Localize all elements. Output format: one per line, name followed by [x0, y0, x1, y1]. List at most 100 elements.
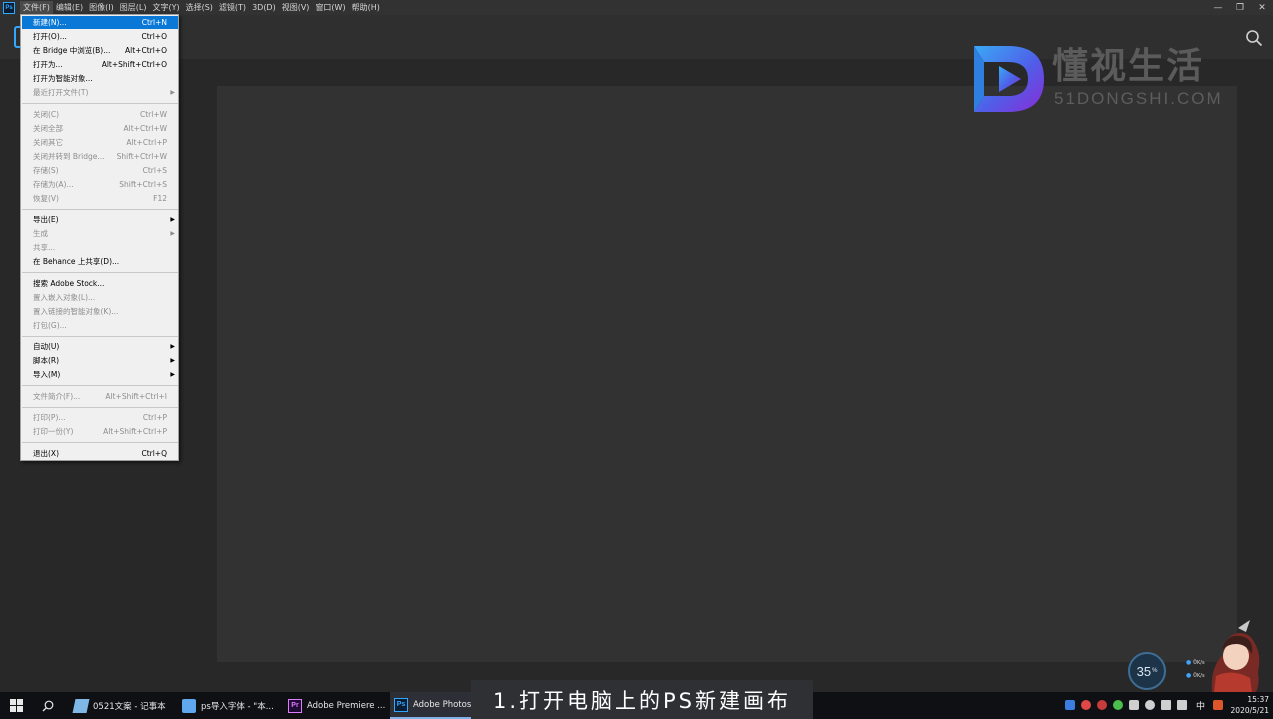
menu-layer[interactable]: 图层(L)	[117, 1, 150, 14]
menu-type[interactable]: 文字(Y)	[149, 1, 182, 14]
menu-item-label: 新建(N)...	[33, 18, 67, 27]
menu-item-label: 脚本(R)	[33, 356, 60, 366]
menu-select[interactable]: 选择(S)	[183, 1, 216, 14]
menu-help[interactable]: 帮助(H)	[349, 1, 383, 14]
menu-item-label: 在 Bridge 中浏览(B)...	[33, 46, 111, 55]
file-menu-item[interactable]: 导入(M) ▶	[22, 368, 178, 381]
menu-item-shortcut: Alt+Shift+Ctrl+P	[103, 427, 167, 437]
menu-separator	[22, 335, 178, 337]
search-icon[interactable]	[1245, 29, 1263, 47]
shield-icon[interactable]	[1065, 700, 1075, 710]
file-menu-item[interactable]: 打印一份(Y) Alt+Shift+Ctrl+P	[22, 425, 178, 438]
menu-item-label: 打开(O)...	[33, 32, 67, 41]
taskbar-search-icon[interactable]	[42, 700, 54, 712]
taskbar-app-photoshop[interactable]: Ps Adobe Photosh	[390, 692, 472, 719]
system-tray: 中 15:37 2020/5/21	[1053, 692, 1273, 719]
taskbar-clock[interactable]: 15:37 2020/5/21	[1231, 694, 1269, 716]
taskbar-app-notepad[interactable]: 0521文案 - 记事本	[70, 692, 174, 719]
file-menu-item[interactable]: 打包(G)...	[22, 319, 178, 332]
file-menu-item[interactable]: 搜索 Adobe Stock...	[22, 277, 178, 290]
menu-3d[interactable]: 3D(D)	[249, 1, 279, 14]
menu-item-label: 最近打开文件(T)	[33, 88, 89, 97]
menu-item-label: 打开为...	[33, 60, 63, 69]
menu-separator	[22, 208, 178, 210]
menu-separator	[22, 103, 178, 104]
file-menu-item[interactable]: 共享...	[22, 241, 178, 254]
sogou-input-icon[interactable]	[1213, 700, 1223, 710]
antivirus-icon[interactable]	[1081, 700, 1091, 710]
menu-edit[interactable]: 编辑(E)	[53, 1, 86, 14]
file-menu-item[interactable]: 关闭并转到 Bridge... Shift+Ctrl+W	[22, 150, 178, 163]
restore-button[interactable]: ❐	[1229, 0, 1251, 15]
menu-item-label: 在 Behance 上共享(D)...	[33, 257, 120, 267]
menu-separator	[22, 442, 178, 444]
file-menu-item[interactable]: 置入嵌入对象(L)...	[22, 291, 178, 304]
photoshop-icon: Ps	[394, 697, 408, 712]
menu-item-label: 退出(X)	[33, 448, 59, 458]
submenu-arrow-icon: ▶	[170, 230, 175, 238]
file-menu-item[interactable]: 置入链接的智能对象(K)...	[22, 305, 178, 318]
menu-item-label: 存储为(A)...	[33, 179, 74, 189]
menu-view[interactable]: 视图(V)	[279, 1, 313, 14]
file-menu-item[interactable]: 打印(P)... Ctrl+P	[22, 411, 178, 424]
file-menu-item[interactable]: 生成 ▶	[22, 227, 178, 240]
menu-item-shortcut: Alt+Ctrl+O	[125, 46, 167, 55]
menu-window[interactable]: 窗口(W)	[312, 1, 348, 14]
submenu-arrow-icon: ▶	[170, 343, 175, 351]
menu-filter[interactable]: 滤镜(T)	[216, 1, 249, 14]
volume-icon[interactable]	[1177, 700, 1187, 710]
file-menu-item[interactable]: 在 Bridge 中浏览(B)... Alt+Ctrl+O	[22, 44, 178, 57]
menu-item-label: 关闭其它	[33, 137, 63, 147]
menu-item-label: 共享...	[33, 243, 56, 253]
menu-item-shortcut: Alt+Shift+Ctrl+O	[101, 60, 167, 69]
ime-indicator[interactable]: 中	[1196, 699, 1205, 712]
file-menu-item[interactable]: 文件简介(F)... Alt+Shift+Ctrl+I	[22, 390, 178, 403]
taskbar-app-premiere[interactable]: Pr Adobe Premiere ...	[284, 692, 388, 719]
menu-item-shortcut: Alt+Ctrl+W	[123, 123, 167, 133]
file-menu-item[interactable]: 在 Behance 上共享(D)...	[22, 255, 178, 268]
file-menu-item[interactable]: 关闭其它 Alt+Ctrl+P	[22, 136, 178, 149]
file-menu-item[interactable]: 存储为(A)... Shift+Ctrl+S	[22, 178, 178, 191]
menu-item-shortcut: Ctrl+S	[142, 165, 167, 175]
file-menu-item[interactable]: 关闭全部 Alt+Ctrl+W	[22, 122, 178, 135]
menu-item-shortcut: Shift+Ctrl+W	[116, 151, 167, 161]
menu-item-label: 打印一份(Y)	[33, 427, 74, 437]
menu-item-label: 导入(M)	[33, 370, 61, 380]
menu-item-label: 生成	[33, 229, 48, 239]
taskbar-app-label: ps导入字体 - "本...	[201, 701, 274, 712]
file-menu-item[interactable]: 最近打开文件(T) ▶	[22, 86, 178, 99]
file-menu-item[interactable]: 关闭(C) Ctrl+W	[22, 108, 178, 121]
watermark-url: 51DONGSHI.COM	[1054, 89, 1223, 108]
file-menu-item[interactable]: 新建(N)... Ctrl+N	[22, 16, 178, 29]
file-menu-item[interactable]: 导出(E) ▶	[22, 213, 178, 226]
file-menu-item[interactable]: 打开为... Alt+Shift+Ctrl+O	[22, 58, 178, 71]
file-menu-item[interactable]: 打开为智能对象...	[22, 72, 178, 85]
wechat-icon[interactable]	[1113, 700, 1123, 710]
menu-file[interactable]: 文件(F)	[20, 1, 53, 14]
windows-start-icon[interactable]	[10, 699, 23, 712]
menu-item-shortcut: Alt+Ctrl+P	[126, 137, 167, 147]
network-icon[interactable]	[1161, 700, 1171, 710]
file-menu-item[interactable]: 脚本(R) ▶	[22, 354, 178, 367]
bluetooth-icon[interactable]	[1145, 700, 1155, 710]
close-button[interactable]: ✕	[1251, 0, 1273, 15]
menu-separator	[22, 385, 178, 387]
file-menu-item[interactable]: 打开(O)... Ctrl+O	[22, 30, 178, 43]
clock-time: 15:37	[1247, 695, 1269, 704]
menu-item-label: 关闭并转到 Bridge...	[33, 151, 105, 161]
menu-item-label: 置入嵌入对象(L)...	[33, 292, 96, 302]
record-icon[interactable]	[1097, 700, 1107, 710]
network-speed-widget[interactable]: 35%	[1128, 652, 1166, 690]
menu-item-label: 存储(S)	[33, 165, 59, 175]
file-menu-item[interactable]: 退出(X) Ctrl+Q	[22, 447, 178, 460]
clock-date: 2020/5/21	[1230, 706, 1269, 715]
file-menu-item[interactable]: 恢复(V) F12	[22, 192, 178, 205]
subtitle-caption: 1.打开电脑上的PS新建画布	[471, 680, 813, 719]
file-menu-item[interactable]: 自动(U) ▶	[22, 340, 178, 353]
file-menu-item[interactable]: 存储(S) Ctrl+S	[22, 164, 178, 177]
taskbar-app-document[interactable]: ps导入字体 - "本...	[178, 692, 282, 719]
cloud-icon[interactable]	[1129, 700, 1139, 710]
menu-image[interactable]: 图像(I)	[86, 1, 117, 14]
minimize-button[interactable]: —	[1207, 0, 1229, 15]
screen: { "app": { "badge": "Ps", "menus": ["文件(…	[0, 0, 1273, 719]
